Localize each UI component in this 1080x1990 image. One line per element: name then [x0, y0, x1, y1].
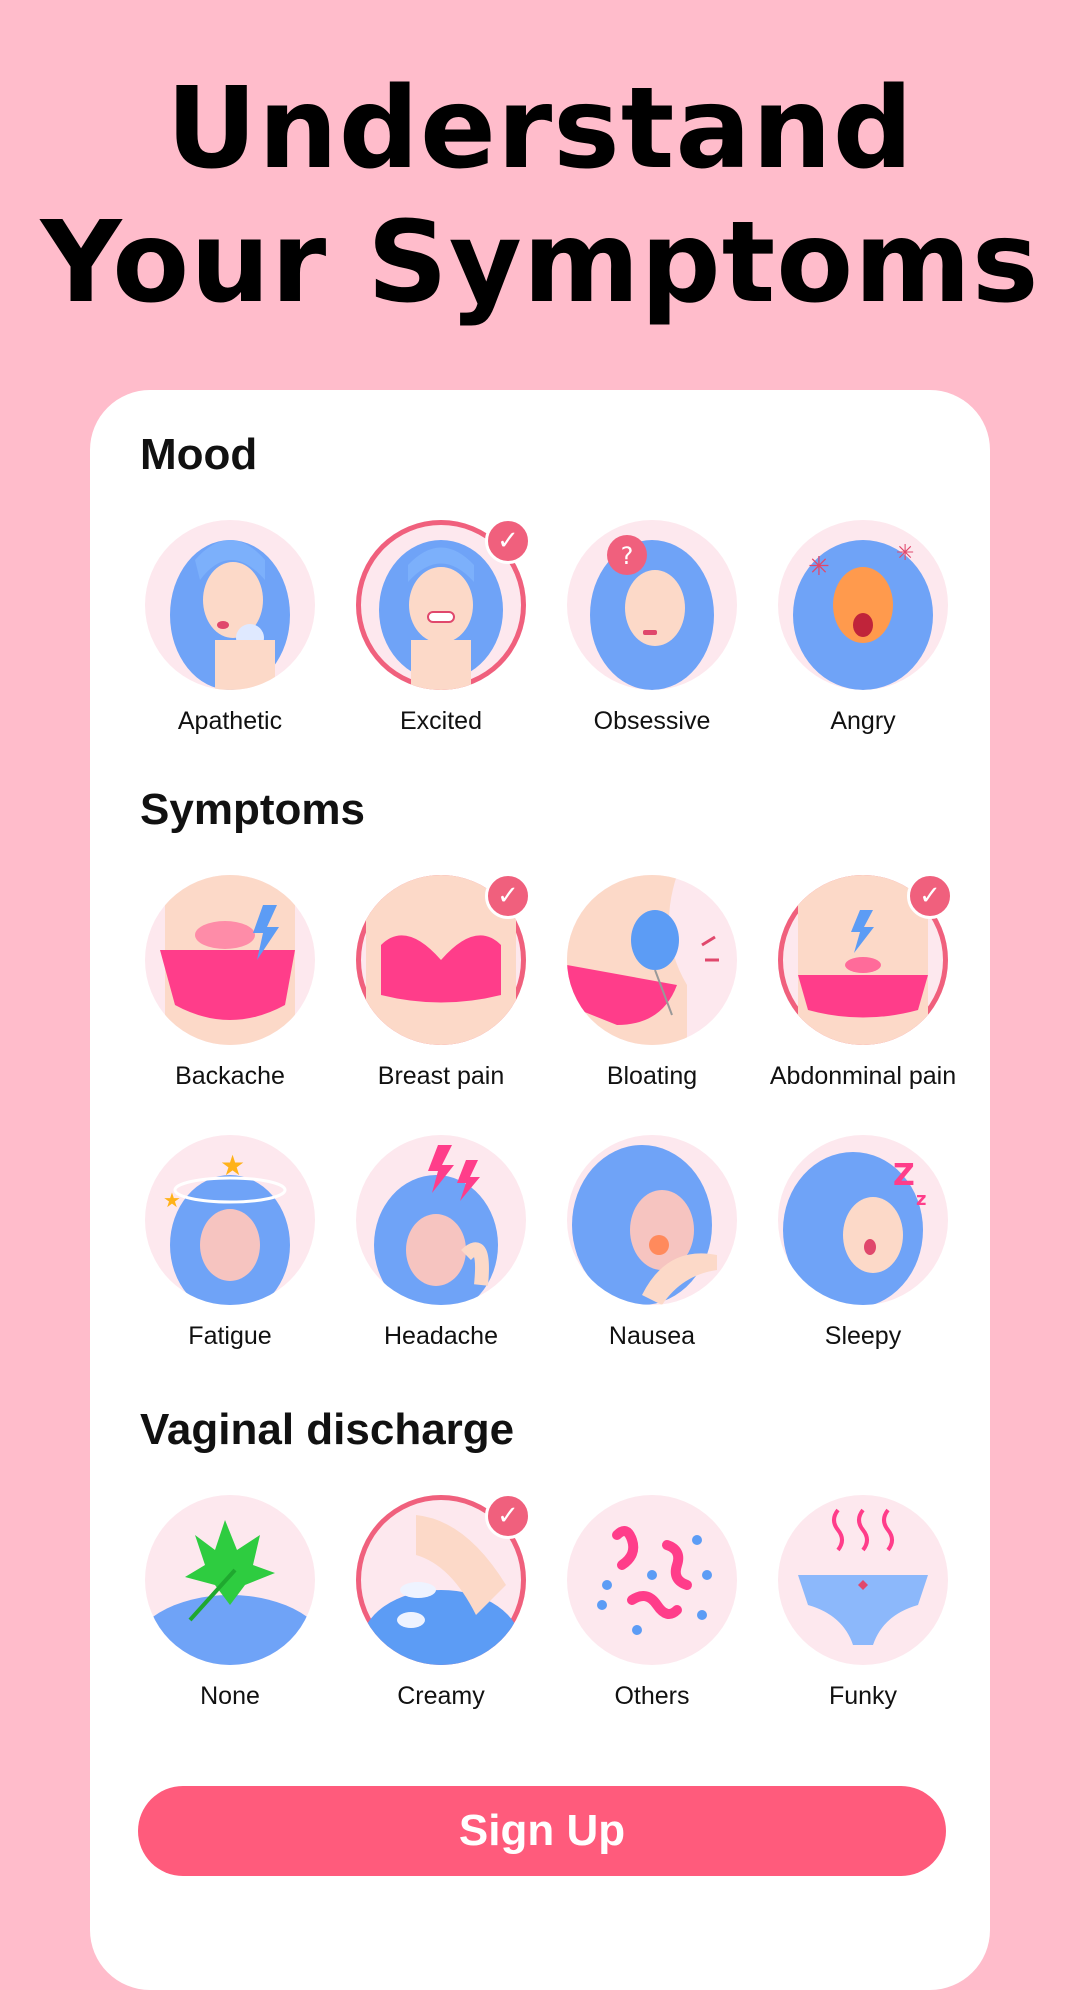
symptom-label-backache: Backache — [175, 1062, 285, 1090]
check-icon: ✓ — [485, 518, 531, 564]
symptom-label-fatigue: Fatigue — [188, 1322, 272, 1350]
symptom-item-bloating[interactable]: Bloating — [547, 875, 757, 1091]
mood-label-apathetic: Apathetic — [177, 707, 283, 735]
discharge-label-none: None — [200, 1682, 260, 1710]
bloating-icon — [567, 875, 737, 1045]
symptom-label-nausea: Nausea — [608, 1322, 696, 1350]
svg-text:Z: Z — [893, 1158, 915, 1193]
headline: Understand Your Symptoms — [0, 62, 1080, 330]
discharge-label-others: Others — [614, 1682, 690, 1710]
section-title-discharge: Vaginal discharge — [140, 1405, 515, 1454]
check-icon: ✓ — [485, 1493, 531, 1539]
mood-item-excited[interactable]: ✓ Excited — [336, 518, 546, 736]
headline-line-2: Your Symptoms — [40, 198, 1040, 328]
symptom-item-breast-pain[interactable]: ✓ Breast pain — [336, 873, 546, 1091]
discharge-item-funky[interactable]: Funky — [758, 1495, 968, 1711]
mood-label-angry: Angry — [830, 707, 896, 735]
mood-label-obsessive: Obsessive — [593, 707, 711, 735]
svg-text:✳: ✳ — [896, 541, 914, 566]
sleepy-icon: Z z — [778, 1135, 948, 1305]
backache-icon — [145, 875, 315, 1045]
others-icon — [567, 1495, 737, 1665]
discharge-item-creamy[interactable]: ✓ Creamy — [336, 1493, 546, 1711]
section-title-symptoms: Symptoms — [140, 785, 365, 834]
svg-text:★: ★ — [163, 1188, 181, 1212]
discharge-item-others[interactable]: Others — [547, 1495, 757, 1711]
fatigue-icon: ★ ★ — [145, 1135, 315, 1305]
discharge-label-funky: Funky — [828, 1682, 898, 1710]
funky-icon — [778, 1495, 948, 1665]
headline-line-1: Understand — [166, 64, 914, 194]
symptom-item-backache[interactable]: Backache — [125, 875, 335, 1091]
headache-icon — [356, 1135, 526, 1305]
check-icon: ✓ — [907, 873, 953, 919]
apathetic-icon — [145, 520, 315, 690]
mood-item-obsessive[interactable]: ? Obsessive — [547, 520, 757, 736]
symptom-label-bloating: Bloating — [606, 1062, 698, 1090]
symptom-item-abdominal-pain[interactable]: ✓ Abdonminal pain — [758, 873, 968, 1091]
symptom-item-headache[interactable]: Headache — [336, 1135, 546, 1351]
angry-icon: ✳ ✳ — [778, 520, 948, 690]
symptom-item-nausea[interactable]: Nausea — [547, 1135, 757, 1351]
svg-text:★: ★ — [220, 1149, 245, 1182]
sign-up-button[interactable]: Sign Up — [138, 1786, 946, 1876]
symptom-label-abdominal-pain: Abdonminal pain — [769, 1062, 957, 1090]
leaf-icon — [145, 1495, 315, 1665]
symptom-item-fatigue[interactable]: ★ ★ Fatigue — [125, 1135, 335, 1351]
mood-label-excited: Excited — [400, 707, 482, 735]
symptom-item-sleepy[interactable]: Z z Sleepy — [758, 1135, 968, 1351]
check-icon: ✓ — [485, 873, 531, 919]
nausea-icon — [567, 1135, 737, 1305]
mood-item-angry[interactable]: ✳ ✳ Angry — [758, 520, 968, 736]
obsessive-icon: ? — [567, 520, 737, 690]
section-title-mood: Mood — [140, 430, 258, 479]
discharge-label-creamy: Creamy — [397, 1682, 485, 1710]
svg-text:✳: ✳ — [808, 552, 830, 582]
symptom-label-headache: Headache — [384, 1322, 498, 1350]
symptom-label-breast-pain: Breast pain — [377, 1062, 505, 1090]
mood-item-apathetic[interactable]: Apathetic — [125, 520, 335, 736]
discharge-item-none[interactable]: None — [125, 1495, 335, 1711]
symptom-label-sleepy: Sleepy — [824, 1322, 902, 1350]
svg-text:?: ? — [621, 542, 634, 570]
svg-text:z: z — [916, 1189, 926, 1210]
symptom-card: Mood Apathetic ✓ Excited ? Obsessive ✳ ✳… — [90, 390, 990, 1990]
